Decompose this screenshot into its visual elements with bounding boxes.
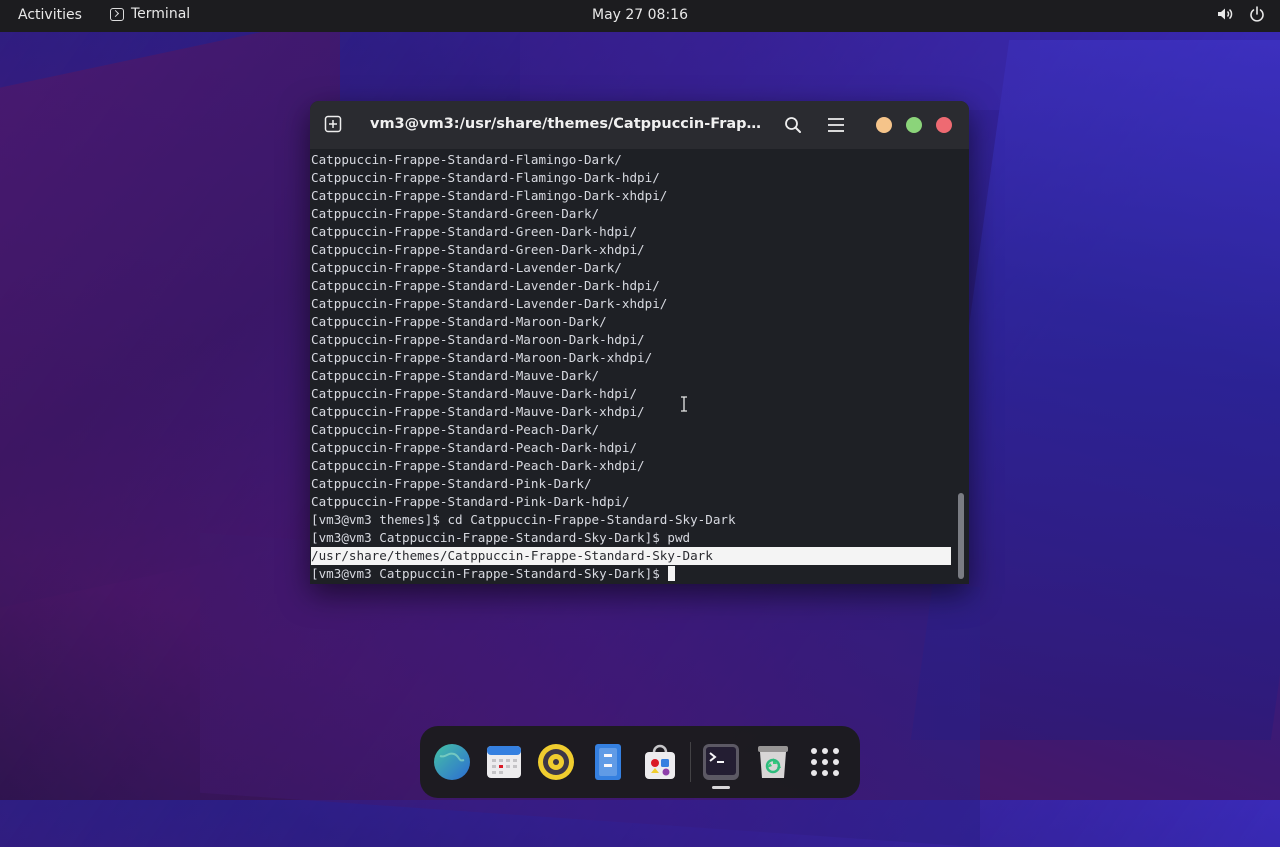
terminal-line: Catppuccin-Frappe-Standard-Mauve-Dark-hd…: [311, 386, 638, 401]
terminal-line: [vm3@vm3 Catppuccin-Frappe-Standard-Sky-…: [311, 530, 691, 545]
terminal-icon[interactable]: [701, 742, 741, 782]
terminal-line: Catppuccin-Frappe-Standard-Mauve-Dark/: [311, 368, 600, 383]
terminal-line: [vm3@vm3 themes]$ cd Catppuccin-Frappe-S…: [311, 512, 736, 527]
terminal-line: Catppuccin-Frappe-Standard-Lavender-Dark…: [311, 296, 668, 311]
terminal-output[interactable]: Catppuccin-Frappe-Standard-Flamingo-Dark…: [310, 151, 955, 583]
new-tab-icon[interactable]: [324, 115, 342, 133]
clock-text: May 27 08:16: [591, 7, 688, 23]
terminal-line: Catppuccin-Frappe-Standard-Peach-Dark-xh…: [311, 458, 645, 473]
software-store-icon[interactable]: [640, 742, 680, 782]
terminal-line: Catppuccin-Frappe-Standard-Maroon-Dark-x…: [311, 350, 653, 365]
terminal-line: Catppuccin-Frappe-Standard-Green-Dark/: [311, 206, 600, 221]
dock-separator: [690, 742, 691, 782]
terminal-line: Catppuccin-Frappe-Standard-Lavender-Dark…: [311, 278, 660, 293]
terminal-selected-line: /usr/share/themes/Catppuccin-Frappe-Stan…: [311, 547, 951, 565]
terminal-line: Catppuccin-Frappe-Standard-Pink-Dark/: [311, 476, 592, 491]
close-button[interactable]: [936, 117, 952, 133]
wallpaper-shape: [520, 20, 1040, 110]
terminal-line: Catppuccin-Frappe-Standard-Green-Dark-xh…: [311, 242, 645, 257]
top-bar: Activities Terminal May 27 08:16: [0, 0, 1280, 32]
trash-icon[interactable]: [753, 742, 793, 782]
music-player-icon[interactable]: [536, 742, 576, 782]
window-headerbar[interactable]: vm3@vm3:/usr/share/themes/Catppuccin-Fra…: [310, 101, 969, 149]
terminal-line: Catppuccin-Frappe-Standard-Pink-Dark-hdp…: [311, 494, 630, 509]
terminal-line: Catppuccin-Frappe-Standard-Lavender-Dark…: [311, 260, 622, 275]
terminal-prompt-line[interactable]: [vm3@vm3 Catppuccin-Frappe-Standard-Sky-…: [311, 565, 676, 583]
calendar-icon[interactable]: [484, 742, 524, 782]
terminal-line: Catppuccin-Frappe-Standard-Flamingo-Dark…: [311, 152, 622, 167]
minimize-button[interactable]: [876, 117, 892, 133]
clock[interactable]: May 27 08:16: [0, 7, 1280, 23]
hamburger-menu-icon[interactable]: [827, 117, 845, 133]
terminal-line: Catppuccin-Frappe-Standard-Peach-Dark-hd…: [311, 440, 638, 455]
wallpaper-shape: [0, 15, 340, 625]
terminal-prompt: [vm3@vm3 Catppuccin-Frappe-Standard-Sky-…: [311, 566, 668, 581]
terminal-line: Catppuccin-Frappe-Standard-Green-Dark-hd…: [311, 224, 638, 239]
ibeam-cursor-icon: [681, 396, 687, 412]
system-menu[interactable]: [1216, 5, 1266, 23]
search-icon[interactable]: [784, 116, 802, 134]
text-cursor: [668, 566, 676, 581]
terminal-line: Catppuccin-Frappe-Standard-Maroon-Dark/: [311, 314, 607, 329]
maximize-button[interactable]: [906, 117, 922, 133]
terminal-line: Catppuccin-Frappe-Standard-Mauve-Dark-xh…: [311, 404, 645, 419]
terminal-line: Catppuccin-Frappe-Standard-Flamingo-Dark…: [311, 188, 668, 203]
volume-icon: [1218, 8, 1233, 20]
terminal-line: Catppuccin-Frappe-Standard-Maroon-Dark-h…: [311, 332, 645, 347]
terminal-window[interactable]: vm3@vm3:/usr/share/themes/Catppuccin-Fra…: [310, 101, 969, 584]
app-grid-icon[interactable]: [805, 742, 845, 782]
browser-icon[interactable]: [432, 742, 472, 782]
files-icon[interactable]: [588, 742, 628, 782]
power-icon: [1250, 6, 1264, 22]
terminal-line: Catppuccin-Frappe-Standard-Flamingo-Dark…: [311, 170, 660, 185]
dock: [420, 726, 860, 798]
terminal-line: Catppuccin-Frappe-Standard-Peach-Dark/: [311, 422, 600, 437]
scrollbar[interactable]: [958, 493, 964, 579]
running-indicator: [712, 786, 730, 789]
window-title: vm3@vm3:/usr/share/themes/Catppuccin-Fra…: [370, 116, 770, 132]
